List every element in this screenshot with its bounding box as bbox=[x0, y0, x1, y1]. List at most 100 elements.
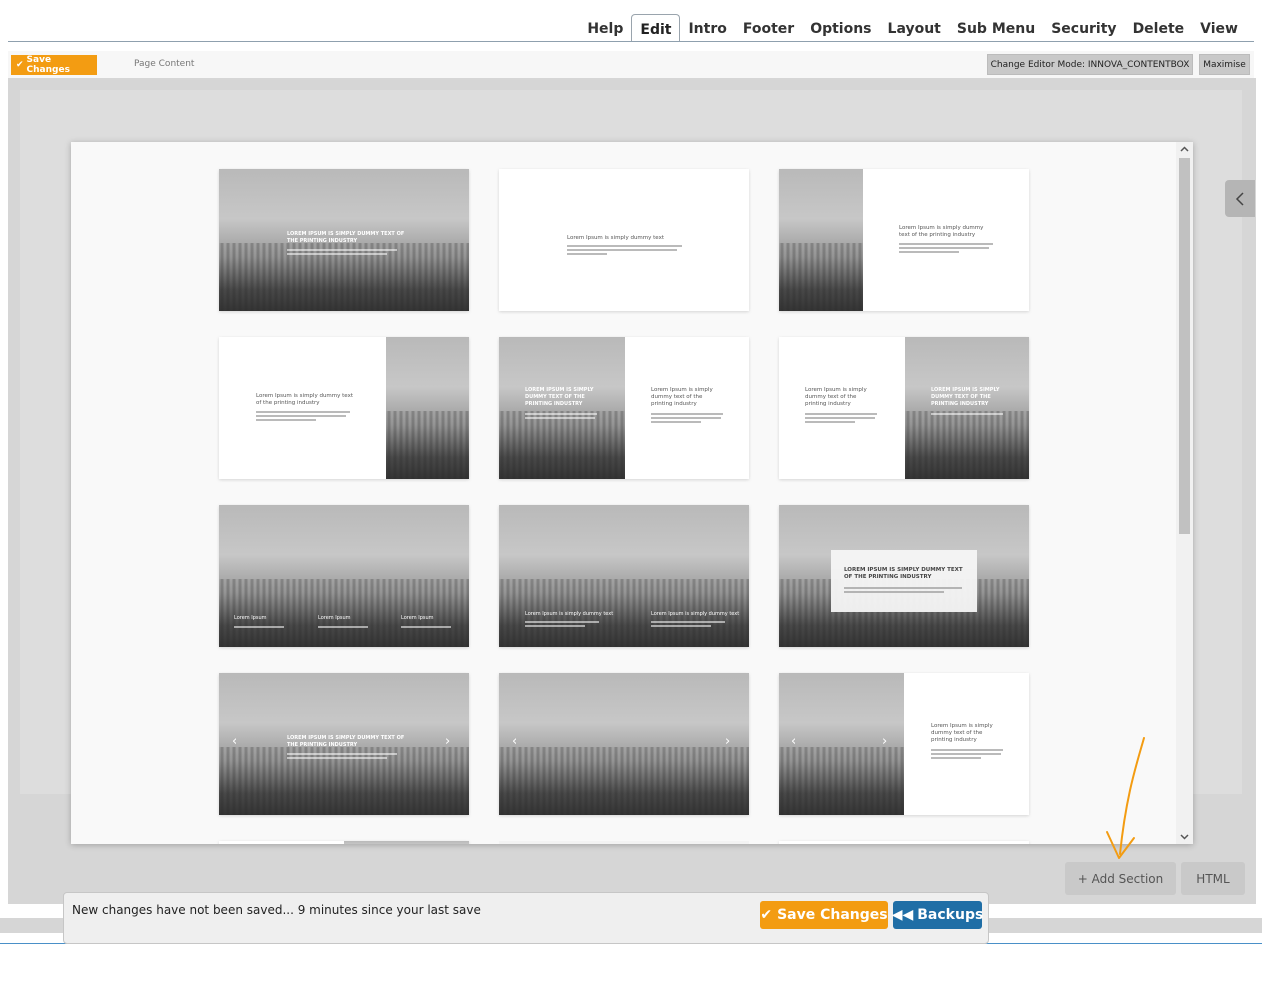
forest-trees bbox=[219, 578, 469, 647]
template-thumbnail[interactable]: LOREM IPSUM IS SIMPLY DUMMY TEXT OF THE … bbox=[219, 169, 469, 311]
tab-help[interactable]: Help bbox=[579, 14, 631, 42]
thumb-heading: Lorem Ipsum is simply dummy text of the … bbox=[805, 387, 867, 407]
thumb-text-line bbox=[525, 413, 597, 415]
template-thumbnail[interactable]: Lorem Ipsum Lorem Ipsum Lorem Ipsum bbox=[219, 505, 469, 647]
tab-options[interactable]: Options bbox=[802, 14, 879, 42]
template-thumbnail[interactable]: Lorem Ipsum is simply dummy text Lorem I… bbox=[499, 505, 749, 647]
template-thumbnail[interactable]: ‹ › Lorem Ipsum is simply dummy text of … bbox=[779, 673, 1029, 815]
html-button[interactable]: HTML bbox=[1181, 862, 1245, 895]
template-thumbnail[interactable]: ‹ › bbox=[499, 673, 749, 815]
thumb-text-line bbox=[805, 417, 875, 419]
thumb-text-line bbox=[287, 757, 387, 759]
thumb-text-line bbox=[899, 243, 993, 245]
forest-image bbox=[344, 841, 469, 844]
chevron-left-icon: ‹ bbox=[791, 734, 797, 749]
tab-footer[interactable]: Footer bbox=[735, 14, 802, 42]
template-thumbnail[interactable]: Lorem Ipsum is simply dummy text bbox=[499, 169, 749, 311]
column-title: Lorem Ipsum bbox=[401, 615, 434, 621]
change-editor-mode-button[interactable]: Change Editor Mode: INNOVA_CONTENTBOX bbox=[987, 54, 1193, 75]
thumb-text-line bbox=[931, 753, 1001, 755]
template-thumbnail[interactable]: Lorem Ipsum is simply dummy text of the … bbox=[779, 169, 1029, 311]
tab-edit[interactable]: Edit bbox=[631, 14, 681, 42]
save-changes-button-large[interactable]: ✔ Save Changes bbox=[760, 901, 888, 929]
forest-trees bbox=[905, 410, 1029, 479]
tab-security[interactable]: Security bbox=[1043, 14, 1124, 42]
thumb-heading: LOREM IPSUM IS SIMPLY DUMMY TEXT OF THE … bbox=[525, 387, 594, 407]
template-thumbnail[interactable] bbox=[499, 841, 749, 844]
tab-view[interactable]: View bbox=[1192, 14, 1246, 42]
unsaved-changes-bar: New changes have not been saved... 9 min… bbox=[63, 892, 989, 944]
chevron-left-icon: ‹ bbox=[232, 734, 238, 749]
save-changes-button[interactable]: ✔ Save Changes bbox=[11, 55, 97, 75]
thumb-text-line bbox=[567, 253, 607, 255]
thumb-text-line bbox=[256, 411, 350, 413]
panel-scrollbar[interactable] bbox=[1176, 142, 1193, 844]
forest-trees bbox=[499, 410, 625, 479]
thumb-text-line bbox=[287, 249, 397, 251]
page: Help Edit Intro Footer Options Layout Su… bbox=[0, 0, 1262, 1000]
thumb-text-line bbox=[287, 753, 397, 755]
thumb-heading: LOREM IPSUM IS SIMPLY DUMMY TEXT OF THE … bbox=[287, 735, 405, 748]
thumb-heading: Lorem Ipsum is simply dummy text of the … bbox=[256, 393, 353, 406]
chevron-right-icon: › bbox=[445, 734, 451, 749]
tab-sub-menu[interactable]: Sub Menu bbox=[949, 14, 1043, 42]
thumb-text-line bbox=[931, 749, 1003, 751]
thumb-text-line bbox=[525, 621, 599, 623]
template-thumbnail[interactable]: ‹ › LOREM IPSUM IS SIMPLY DUMMY TEXT OF … bbox=[219, 673, 469, 815]
thumb-text-line bbox=[844, 587, 962, 589]
thumb-heading: Lorem Ipsum is simply dummy text of the … bbox=[931, 723, 993, 743]
add-section-button[interactable]: + Add Section bbox=[1065, 862, 1176, 895]
thumb-text-line bbox=[318, 626, 368, 628]
thumb-text-line bbox=[651, 413, 723, 415]
backups-button[interactable]: ◀◀ Backups bbox=[891, 901, 984, 929]
thumb-text-line bbox=[931, 413, 1003, 415]
backups-label: Backups bbox=[917, 907, 984, 923]
thumb-heading: Lorem Ipsum is simply dummy text of the … bbox=[899, 225, 984, 238]
check-icon: ✔ bbox=[760, 907, 773, 923]
tab-intro[interactable]: Intro bbox=[680, 14, 734, 42]
thumb-text-line bbox=[651, 621, 725, 623]
thumb-heading: LOREM IPSUM IS SIMPLY DUMMY TEXT OF THE … bbox=[844, 567, 963, 580]
template-thumbnail[interactable]: LOREM IPSUM IS SIMPLY DUMMY TEXT OF THE … bbox=[779, 505, 1029, 647]
thumb-text-line bbox=[234, 626, 284, 628]
chevron-right-icon: › bbox=[882, 734, 888, 749]
annotation-arrow-icon bbox=[1106, 737, 1145, 859]
rewind-icon: ◀◀ bbox=[891, 907, 914, 923]
thumb-heading: Lorem Ipsum is simply dummy text of the … bbox=[651, 387, 713, 407]
side-panel-toggle[interactable] bbox=[1225, 180, 1255, 217]
chevron-left-icon bbox=[1235, 191, 1244, 206]
forest-trees bbox=[779, 746, 904, 815]
thumb-text-line bbox=[525, 625, 585, 627]
template-thumbnail[interactable]: Lorem Ipsum is simply dummy text of the … bbox=[219, 337, 469, 479]
forest-trees bbox=[386, 410, 469, 479]
thumb-heading: Lorem Ipsum is simply dummy text bbox=[567, 235, 664, 241]
template-thumbnail[interactable]: Lorem Ipsum is simply dummy text of the … bbox=[779, 337, 1029, 479]
column-title: Lorem Ipsum bbox=[318, 615, 351, 621]
thumb-text-line bbox=[256, 419, 316, 421]
save-changes-label: Save Changes bbox=[26, 55, 70, 75]
check-icon: ✔ bbox=[16, 60, 24, 70]
page-content-label: Page Content bbox=[134, 59, 195, 69]
content-card bbox=[831, 550, 977, 612]
thumb-text-line bbox=[899, 247, 989, 249]
scroll-thumb[interactable] bbox=[1179, 158, 1190, 534]
maximise-button[interactable]: Maximise bbox=[1199, 54, 1250, 75]
template-thumbnail[interactable]: LOREM IPSUM IS SIMPLY DUMMY TEXT OF THE … bbox=[499, 337, 749, 479]
tab-layout[interactable]: Layout bbox=[880, 14, 949, 42]
column-title: Lorem Ipsum is simply dummy text bbox=[651, 611, 740, 617]
scroll-up-button[interactable] bbox=[1176, 142, 1193, 156]
thumb-text-line bbox=[805, 421, 855, 423]
section-templates-panel: LOREM IPSUM IS SIMPLY DUMMY TEXT OF THE … bbox=[71, 142, 1193, 844]
save-changes-label: Save Changes bbox=[777, 907, 888, 923]
unsaved-changes-message: New changes have not been saved... 9 min… bbox=[72, 903, 481, 917]
template-thumbnail[interactable] bbox=[219, 841, 469, 844]
scroll-down-button[interactable] bbox=[1176, 830, 1193, 844]
editor-toolbar: ✔ Save Changes Page Content Change Edito… bbox=[8, 51, 1254, 78]
tab-delete[interactable]: Delete bbox=[1125, 14, 1193, 42]
chevron-left-icon: ‹ bbox=[512, 734, 518, 749]
nav-divider bbox=[8, 41, 1254, 42]
thumb-text-line bbox=[651, 421, 701, 423]
thumb-text-line bbox=[651, 417, 721, 419]
thumb-text-line bbox=[567, 249, 677, 251]
template-thumbnail[interactable] bbox=[779, 841, 1029, 844]
